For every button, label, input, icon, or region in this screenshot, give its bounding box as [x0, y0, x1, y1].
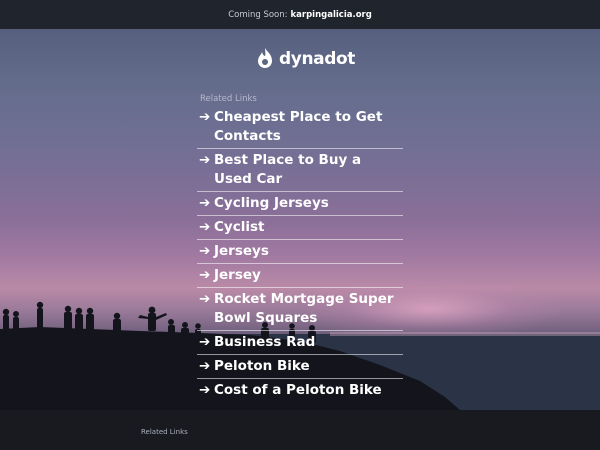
arrow-right-icon: ➔	[199, 291, 211, 307]
related-link-cycling-jerseys[interactable]: ➔ Cycling Jerseys	[197, 192, 403, 216]
arrow-right-icon: ➔	[199, 109, 211, 125]
related-link-label: Best Place to Buy a Used Car	[214, 152, 362, 187]
related-link-peloton-cost[interactable]: ➔ Cost of a Peloton Bike	[197, 379, 403, 402]
dynadot-logo[interactable]: dynadot	[255, 47, 355, 71]
related-links: Related Links ➔ Cheapest Place to Get Co…	[197, 94, 403, 402]
top-bar: Coming Soon: karpingalicia.org	[0, 0, 600, 29]
arrow-right-icon: ➔	[199, 219, 211, 235]
related-link-label: Peloton Bike	[214, 358, 310, 374]
dynadot-flame-icon	[258, 48, 272, 68]
related-link-jersey[interactable]: ➔ Jersey	[197, 264, 403, 288]
related-link-peloton-bike[interactable]: ➔ Peloton Bike	[197, 355, 403, 379]
related-link-jerseys[interactable]: ➔ Jerseys	[197, 240, 403, 264]
related-link-label: Cheapest Place to Get Contacts	[214, 109, 383, 144]
arrow-right-icon: ➔	[199, 152, 211, 168]
related-link-rocket-mortgage[interactable]: ➔ Rocket Mortgage Super Bowl Squares	[197, 288, 403, 331]
related-link-business-rad[interactable]: ➔ Business Rad	[197, 331, 403, 355]
related-link-label: Cyclist	[214, 219, 265, 235]
arrow-right-icon: ➔	[199, 195, 211, 211]
related-link-label: Rocket Mortgage Super Bowl Squares	[214, 291, 394, 326]
arrow-right-icon: ➔	[199, 358, 211, 374]
related-link-label: Cost of a Peloton Bike	[214, 382, 382, 398]
arrow-right-icon: ➔	[199, 243, 211, 259]
arrow-right-icon: ➔	[199, 334, 211, 350]
related-link-cheapest-contacts[interactable]: ➔ Cheapest Place to Get Contacts	[197, 106, 403, 149]
related-links-heading: Related Links	[200, 94, 257, 104]
related-link-used-car[interactable]: ➔ Best Place to Buy a Used Car	[197, 149, 403, 192]
related-link-label: Business Rad	[214, 334, 316, 350]
footer-related-links[interactable]: Related Links	[141, 428, 188, 436]
related-link-label: Cycling Jerseys	[214, 195, 329, 211]
footer	[0, 410, 600, 450]
coming-soon-label: Coming Soon:	[228, 9, 288, 20]
domain-name: karpingalicia.org	[290, 9, 372, 20]
arrow-right-icon: ➔	[199, 382, 211, 398]
related-link-label: Jerseys	[214, 243, 269, 259]
logo-text: dynadot	[279, 49, 355, 69]
related-link-label: Jersey	[214, 267, 261, 283]
arrow-right-icon: ➔	[199, 267, 211, 283]
related-link-cyclist[interactable]: ➔ Cyclist	[197, 216, 403, 240]
